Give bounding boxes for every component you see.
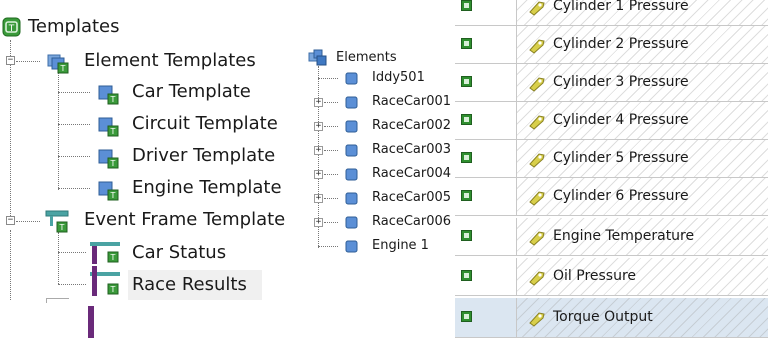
- element-item-racecar005[interactable]: RaceCar005: [372, 190, 451, 206]
- tree-item-engine-template[interactable]: Engine Template: [132, 177, 282, 199]
- svg-text:T: T: [110, 127, 116, 136]
- element-item-racecar001[interactable]: RaceCar001: [372, 94, 451, 110]
- expander-element-templates[interactable]: −: [6, 56, 15, 65]
- attribute-icon: [529, 231, 545, 246]
- elements-root[interactable]: Elements: [336, 50, 397, 66]
- tree-node-element-templates[interactable]: Element Templates: [84, 50, 256, 72]
- svg-text:T: T: [110, 253, 116, 262]
- svg-text:T: T: [59, 223, 65, 232]
- table-row[interactable]: Cylinder 1 Pressure: [455, 0, 768, 26]
- element-icon: [345, 144, 358, 157]
- config-check-icon[interactable]: [461, 38, 472, 49]
- element-item-engine-1[interactable]: Engine 1: [372, 238, 429, 254]
- expander-racecar002[interactable]: +: [314, 122, 323, 131]
- attribute-name: Cylinder 6 Pressure: [553, 188, 689, 204]
- element-item-racecar003[interactable]: RaceCar003: [372, 142, 451, 158]
- table-row[interactable]: Oil Pressure: [455, 258, 768, 296]
- engine-template-icon: T: [98, 181, 119, 201]
- table-row[interactable]: Cylinder 2 Pressure: [455, 26, 768, 64]
- config-check-icon[interactable]: [461, 190, 472, 201]
- template-tree: T Templates − T Element Templates T Car …: [0, 0, 310, 338]
- expander-racecar003[interactable]: +: [314, 146, 323, 155]
- attribute-icon: [529, 153, 545, 168]
- table-row[interactable]: Engine Temperature: [455, 218, 768, 256]
- templates-icon: T: [2, 17, 21, 37]
- element-icon: [345, 168, 358, 181]
- element-item-iddy501[interactable]: Iddy501: [372, 70, 425, 86]
- table-row[interactable]: Cylinder 5 Pressure: [455, 140, 768, 178]
- attribute-icon: [529, 312, 545, 327]
- driver-template-icon: T: [98, 149, 119, 169]
- event-frame-marker: [88, 306, 94, 338]
- table-row[interactable]: Cylinder 4 Pressure: [455, 102, 768, 140]
- expander-racecar001[interactable]: +: [314, 98, 323, 107]
- element-icon: [345, 216, 358, 229]
- race-results-icon: T: [90, 266, 120, 296]
- element-icon: [345, 120, 358, 133]
- svg-text:T: T: [60, 64, 66, 73]
- expander-event-frame-templates[interactable]: −: [6, 216, 15, 225]
- attribute-grid: Cylinder 1 Pressure Cylinder 2 Pressure …: [455, 0, 768, 338]
- attribute-name: Cylinder 3 Pressure: [553, 74, 689, 90]
- tree-item-driver-template[interactable]: Driver Template: [132, 145, 275, 167]
- element-item-racecar004[interactable]: RaceCar004: [372, 166, 451, 182]
- table-row[interactable]: Cylinder 3 Pressure: [455, 64, 768, 102]
- circuit-template-icon: T: [98, 117, 119, 137]
- partial-node: [46, 298, 69, 303]
- tree-item-race-results[interactable]: Race Results: [132, 274, 247, 296]
- car-template-icon: T: [98, 85, 119, 105]
- svg-text:T: T: [110, 191, 116, 200]
- attribute-name: Cylinder 2 Pressure: [553, 36, 689, 52]
- element-templates-folder-icon: T: [47, 54, 69, 74]
- attribute-icon: [529, 115, 545, 130]
- car-status-icon: T: [90, 242, 120, 264]
- elements-tree: Elements Iddy501 + RaceCar001 + RaceCar0…: [300, 40, 460, 275]
- attribute-icon: [529, 191, 545, 206]
- element-icon: [345, 96, 358, 109]
- config-check-icon[interactable]: [461, 311, 472, 322]
- attribute-name: Cylinder 1 Pressure: [553, 0, 689, 14]
- table-row[interactable]: Cylinder 6 Pressure: [455, 178, 768, 216]
- tree-root-templates[interactable]: Templates: [28, 16, 120, 38]
- tree-node-event-frame-templates[interactable]: Event Frame Template: [84, 209, 285, 231]
- elements-root-icon: [308, 49, 327, 66]
- attribute-name: Engine Temperature: [553, 228, 695, 244]
- attribute-name: Cylinder 5 Pressure: [553, 150, 689, 166]
- config-check-icon[interactable]: [461, 114, 472, 125]
- event-frame-templates-icon: T: [45, 210, 69, 233]
- element-item-racecar002[interactable]: RaceCar002: [372, 118, 451, 134]
- attribute-icon: [529, 39, 545, 54]
- element-icon: [345, 192, 358, 205]
- expander-racecar005[interactable]: +: [314, 194, 323, 203]
- tree-item-circuit-template[interactable]: Circuit Template: [132, 113, 278, 135]
- element-icon: [345, 240, 358, 253]
- svg-text:T: T: [8, 24, 15, 34]
- attribute-name: Cylinder 4 Pressure: [553, 112, 689, 128]
- config-check-icon[interactable]: [461, 230, 472, 241]
- svg-text:T: T: [110, 159, 116, 168]
- attribute-icon: [529, 271, 545, 286]
- attribute-icon: [529, 77, 545, 92]
- svg-text:T: T: [110, 95, 116, 104]
- attribute-name: Oil Pressure: [553, 268, 637, 284]
- svg-text:T: T: [110, 285, 116, 294]
- tree-item-car-status[interactable]: Car Status: [132, 242, 226, 264]
- element-icon: [345, 72, 358, 85]
- expander-racecar006[interactable]: +: [314, 218, 323, 227]
- config-check-icon[interactable]: [461, 270, 472, 281]
- config-check-icon[interactable]: [461, 0, 472, 11]
- element-item-racecar006[interactable]: RaceCar006: [372, 214, 451, 230]
- table-row-selected[interactable]: Torque Output: [455, 298, 768, 338]
- attribute-icon: [529, 1, 545, 16]
- config-check-icon[interactable]: [461, 152, 472, 163]
- config-check-icon[interactable]: [461, 76, 472, 87]
- tree-item-car-template[interactable]: Car Template: [132, 81, 251, 103]
- attribute-name: Torque Output: [553, 309, 653, 325]
- expander-racecar004[interactable]: +: [314, 170, 323, 179]
